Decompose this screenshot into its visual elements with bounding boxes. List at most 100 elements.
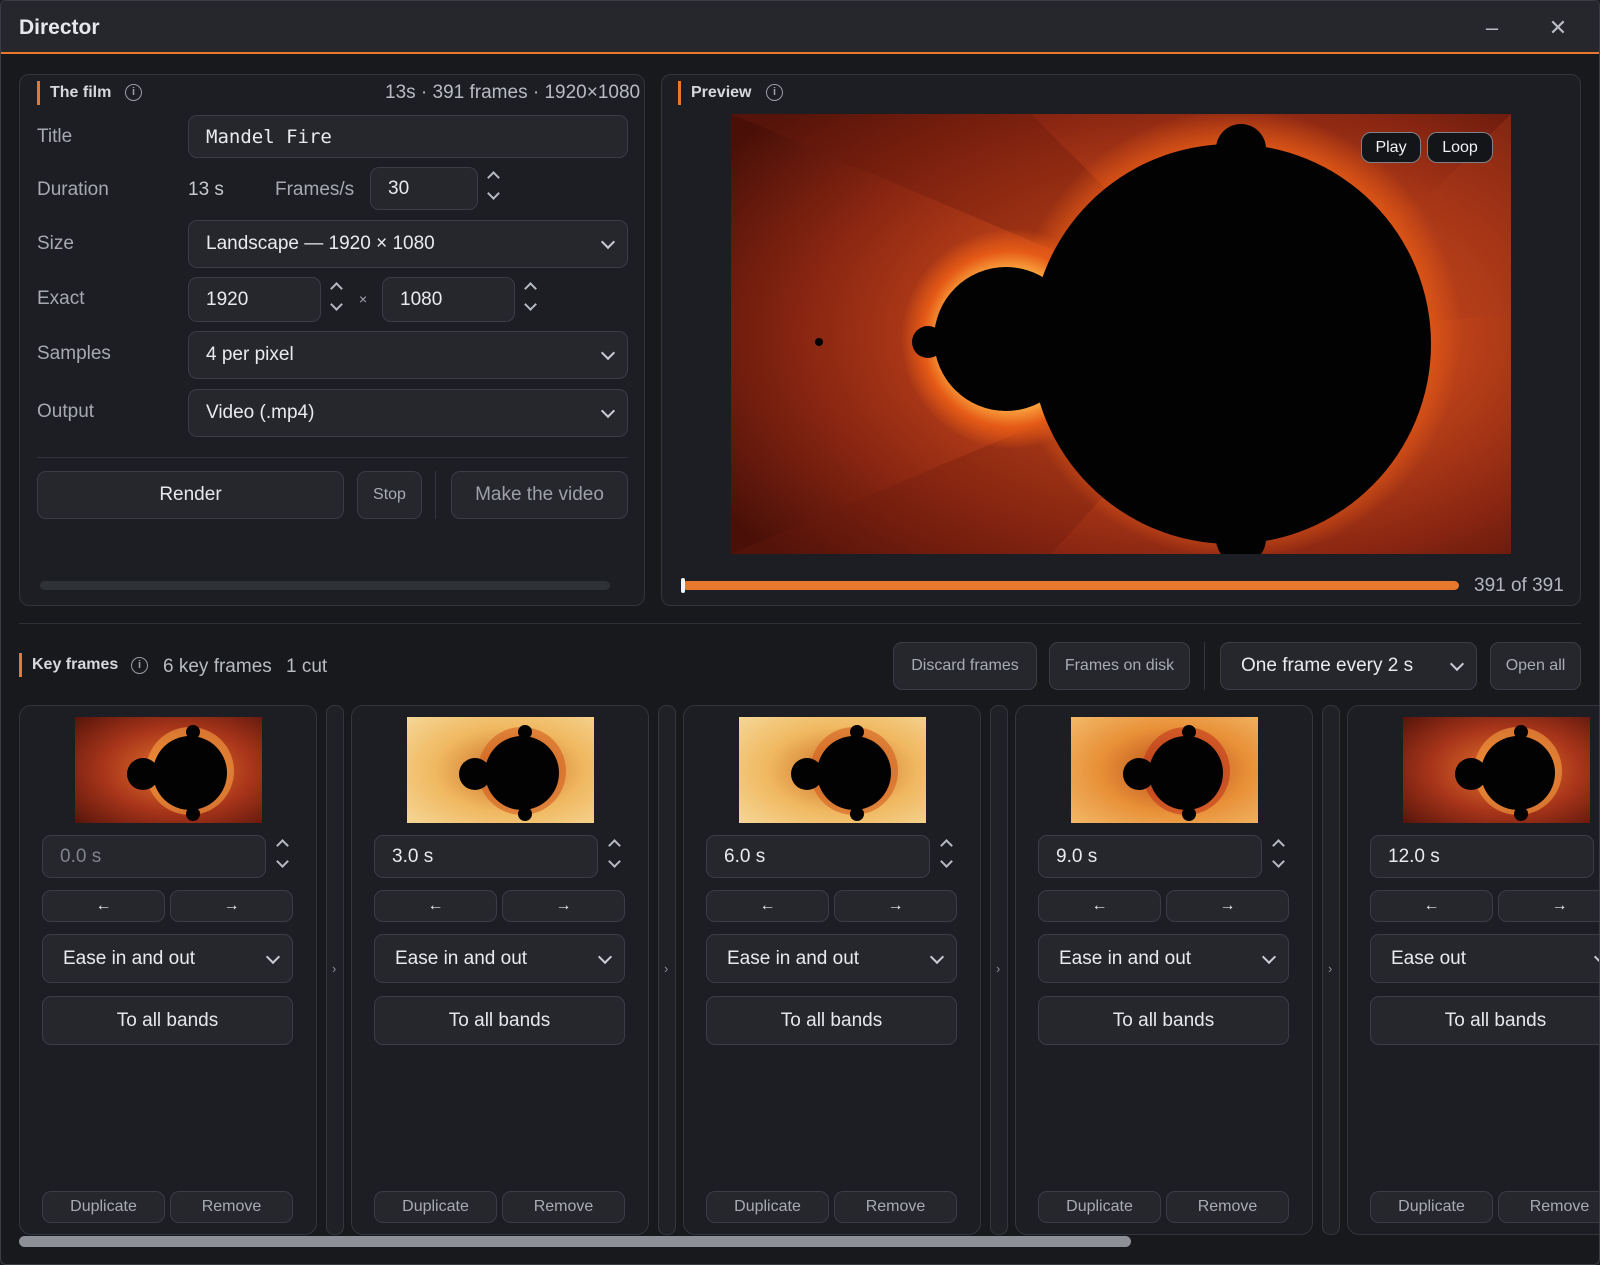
director-window: Director – ✕ The film i 13s · 391 frames… — [0, 0, 1600, 1265]
size-select[interactable]: Landscape — 1920 × 1080 — [188, 220, 628, 268]
chevron-down-icon — [600, 234, 616, 250]
minimize-icon[interactable]: – — [1477, 13, 1507, 43]
remove-button[interactable]: Remove — [834, 1191, 957, 1223]
discard-frames-button[interactable]: Discard frames — [893, 642, 1037, 690]
move-right-button[interactable]: → — [502, 890, 625, 922]
samples-select[interactable]: 4 per pixel — [188, 331, 628, 379]
close-icon[interactable]: ✕ — [1543, 13, 1573, 43]
remove-button[interactable]: Remove — [1166, 1191, 1289, 1223]
mandelbrot-preview — [731, 114, 1511, 554]
move-right-button[interactable]: → — [1498, 890, 1599, 922]
duplicate-button[interactable]: Duplicate — [706, 1191, 829, 1223]
timeline-progress[interactable] — [682, 581, 1459, 590]
to-all-bands-button[interactable]: To all bands — [374, 996, 625, 1045]
easing-select[interactable]: Ease in and out — [42, 934, 293, 983]
exact-width-input[interactable]: 1920 — [188, 277, 321, 322]
to-all-bands-button[interactable]: To all bands — [706, 996, 957, 1045]
interval-select-value: One frame every 2 s — [1241, 655, 1414, 676]
move-left-button[interactable]: ← — [1370, 890, 1493, 922]
make-video-button[interactable]: Make the video — [451, 471, 628, 519]
keyframe-time-input[interactable]: 6.0 s — [706, 835, 930, 878]
frames-on-disk-button[interactable]: Frames on disk — [1049, 642, 1190, 690]
keyframe-thumbnail[interactable] — [1403, 717, 1590, 823]
render-button[interactable]: Render — [37, 471, 344, 519]
move-left-button[interactable]: ← — [374, 890, 497, 922]
keyframe-time-input[interactable]: 12.0 s — [1370, 835, 1594, 878]
chevron-down-icon — [600, 345, 616, 361]
keyframe-thumbnail[interactable] — [75, 717, 262, 823]
loop-button[interactable]: Loop — [1427, 132, 1493, 163]
move-right-button[interactable]: → — [170, 890, 293, 922]
remove-button[interactable]: Remove — [1498, 1191, 1599, 1223]
horizontal-scrollbar[interactable] — [19, 1236, 1131, 1247]
to-all-bands-button[interactable]: To all bands — [1370, 996, 1599, 1045]
window-title: Director — [19, 16, 100, 39]
keyframe-thumbnail[interactable] — [1071, 717, 1258, 823]
exact-width-stepper[interactable] — [329, 280, 345, 316]
title-input[interactable]: Mandel Fire — [188, 115, 628, 158]
interval-select[interactable]: One frame every 2 s — [1220, 642, 1477, 690]
samples-select-value: 4 per pixel — [206, 344, 294, 365]
frame-counter: 391 of 391 — [1474, 575, 1564, 596]
chevron-down-icon — [265, 949, 281, 964]
button-divider — [435, 471, 436, 519]
chevron-down-icon — [597, 949, 613, 964]
keyframe-cut-toggle[interactable]: › — [658, 705, 676, 1235]
duplicate-button[interactable]: Duplicate — [1038, 1191, 1161, 1223]
duplicate-button[interactable]: Duplicate — [374, 1191, 497, 1223]
keyframe-time-stepper[interactable] — [1271, 837, 1287, 873]
stop-button[interactable]: Stop — [357, 471, 422, 519]
easing-select[interactable]: Ease in and out — [1038, 934, 1289, 983]
exact-height-input[interactable]: 1080 — [382, 277, 515, 322]
exact-label: Exact — [37, 288, 85, 309]
to-all-bands-button[interactable]: To all bands — [42, 996, 293, 1045]
keyframe-thumbnail[interactable] — [407, 717, 594, 823]
title-bar: Director – ✕ — [1, 1, 1599, 54]
keyframe-cut-toggle[interactable]: › — [990, 705, 1008, 1235]
timeline-scrub-handle[interactable] — [681, 578, 685, 593]
move-left-button[interactable]: ← — [42, 890, 165, 922]
chevron-right-icon: › — [996, 961, 1001, 976]
easing-select-value: Ease in and out — [1059, 947, 1192, 969]
easing-select[interactable]: Ease out — [1370, 934, 1599, 983]
easing-select[interactable]: Ease in and out — [706, 934, 957, 983]
keyframe-time-input[interactable]: 0.0 s — [42, 835, 266, 878]
output-select[interactable]: Video (.mp4) — [188, 389, 628, 437]
chevron-down-icon — [1449, 656, 1465, 672]
keyframes-info-icon[interactable]: i — [131, 657, 148, 674]
size-label: Size — [37, 233, 74, 254]
move-right-button[interactable]: → — [1166, 890, 1289, 922]
play-button[interactable]: Play — [1361, 132, 1421, 163]
keyframe-cut-toggle[interactable]: › — [326, 705, 344, 1235]
fps-input[interactable]: 30 — [370, 167, 478, 210]
duplicate-button[interactable]: Duplicate — [42, 1191, 165, 1223]
remove-button[interactable]: Remove — [170, 1191, 293, 1223]
open-all-button[interactable]: Open all — [1490, 642, 1581, 690]
to-all-bands-button[interactable]: To all bands — [1038, 996, 1289, 1045]
keyframe-time-input[interactable]: 9.0 s — [1038, 835, 1262, 878]
keyframe-time-stepper[interactable] — [939, 837, 955, 873]
film-info-icon[interactable]: i — [125, 84, 142, 101]
easing-select-value: Ease in and out — [395, 947, 528, 969]
size-select-value: Landscape — 1920 × 1080 — [206, 233, 435, 254]
exact-height-stepper[interactable] — [523, 280, 539, 316]
keyframe-cut-toggle[interactable]: › — [1322, 705, 1340, 1235]
keyframe-card: 12.0 s ← → Ease out To all bands Duplicate Rem… — [1347, 705, 1599, 1235]
film-divider — [37, 457, 628, 458]
duplicate-button[interactable]: Duplicate — [1370, 1191, 1493, 1223]
output-label: Output — [37, 401, 95, 422]
preview-info-icon[interactable]: i — [766, 84, 783, 101]
keyframe-time-input[interactable]: 3.0 s — [374, 835, 598, 878]
move-left-button[interactable]: ← — [1038, 890, 1161, 922]
remove-button[interactable]: Remove — [502, 1191, 625, 1223]
keyframe-time-stepper[interactable] — [275, 837, 291, 873]
move-right-button[interactable]: → — [834, 890, 957, 922]
easing-select[interactable]: Ease in and out — [374, 934, 625, 983]
keyframe-card: 9.0 s ← → Ease in and out To all bands Duplic… — [1015, 705, 1313, 1235]
fps-stepper[interactable] — [486, 169, 502, 205]
output-select-value: Video (.mp4) — [206, 402, 315, 423]
move-left-button[interactable]: ← — [706, 890, 829, 922]
samples-label: Samples — [37, 343, 111, 364]
keyframe-time-stepper[interactable] — [607, 837, 623, 873]
keyframe-thumbnail[interactable] — [739, 717, 926, 823]
